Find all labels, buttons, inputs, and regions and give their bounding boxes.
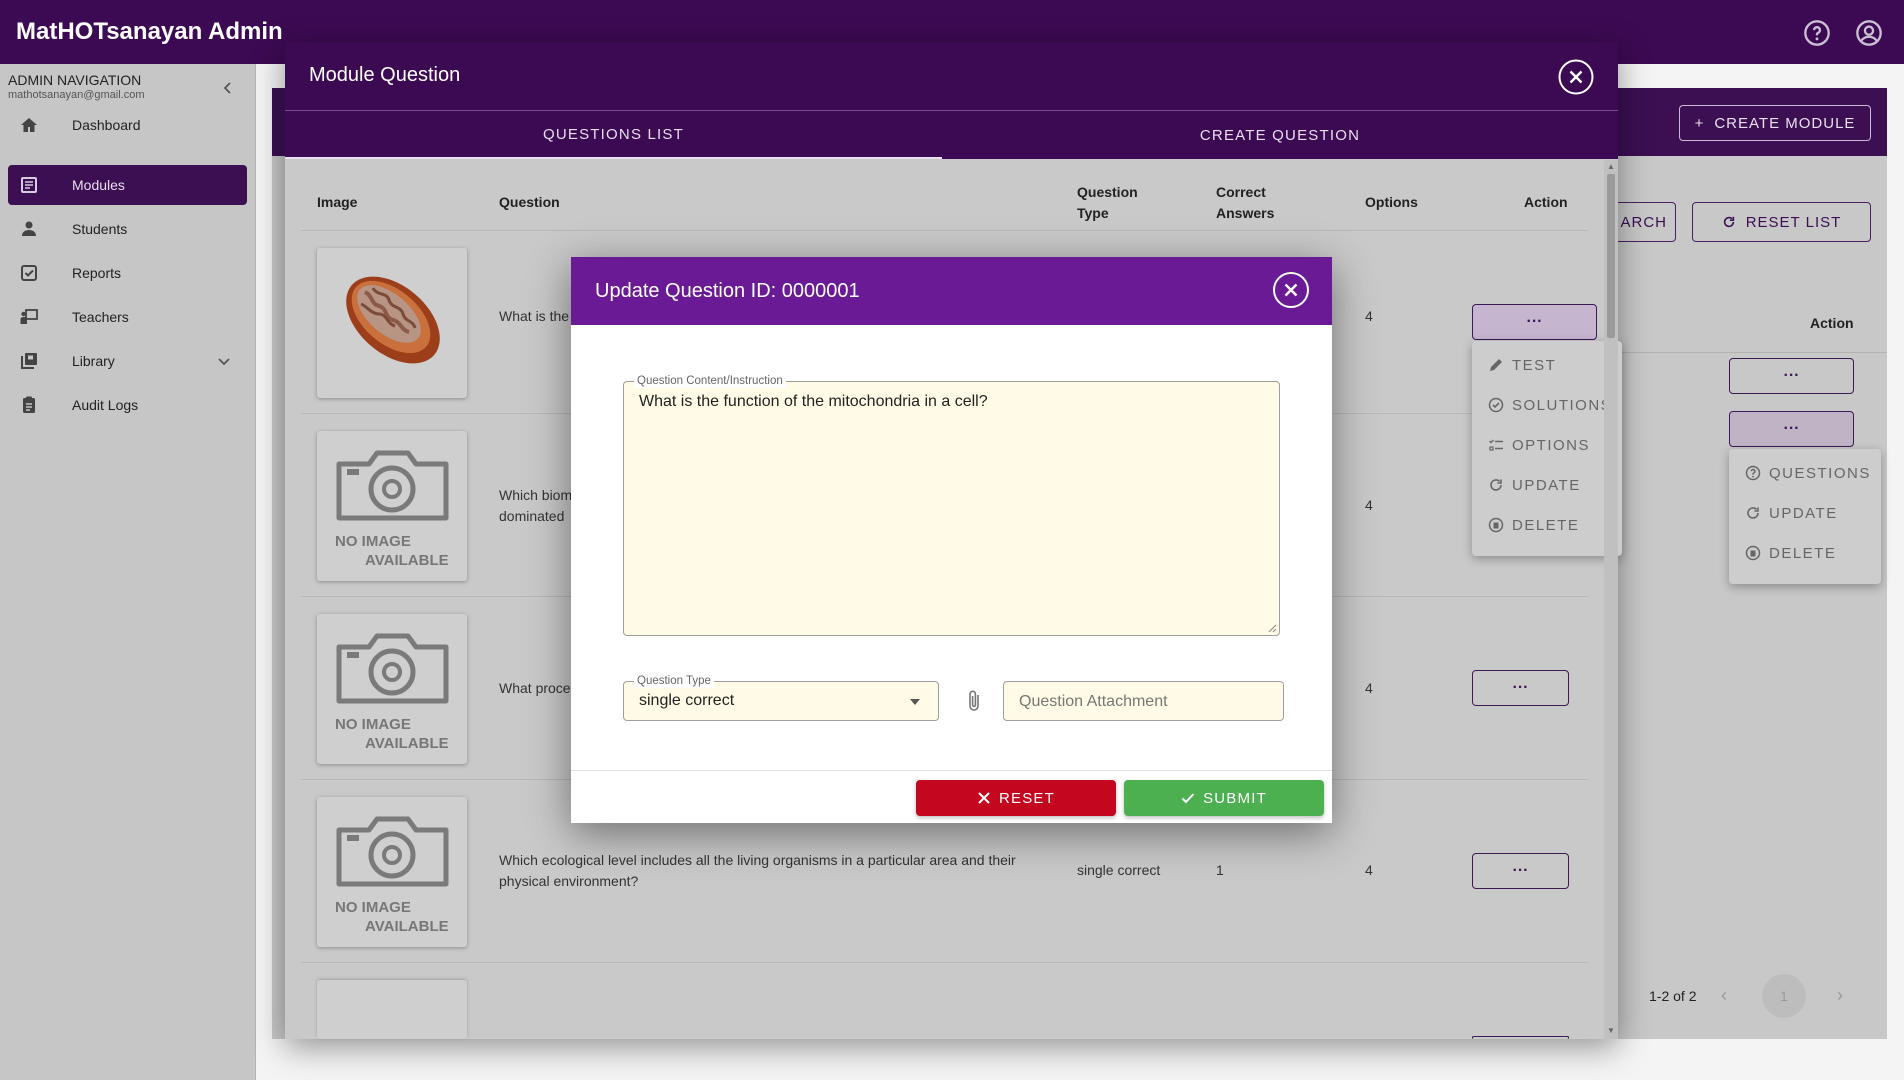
menu-item-delete[interactable]: DELETE — [1488, 513, 1579, 537]
svg-text:AVAILABLE: AVAILABLE — [365, 918, 449, 935]
question-text: Which biom dominated — [499, 487, 573, 524]
dialog-header: Module Question — [285, 42, 1618, 110]
options-count: 4 — [1365, 497, 1373, 513]
menu-item-solutions[interactable]: SOLUTIONS — [1488, 393, 1612, 417]
close-icon[interactable] — [1558, 59, 1594, 95]
tab-questions-list[interactable]: QUESTIONS LIST — [285, 111, 942, 159]
scrollbar-thumb[interactable] — [1607, 174, 1615, 338]
row-action-button[interactable]: ··· — [1472, 670, 1569, 706]
column-header-question-type: Question Type — [1077, 184, 1138, 221]
dropdown-arrow-icon[interactable] — [910, 699, 920, 705]
close-icon — [978, 792, 990, 804]
update-question-dialog: Update Question ID: 0000001 Question Con… — [571, 257, 1332, 823]
field-label: Question Type — [634, 674, 714, 688]
svg-text:AVAILABLE: AVAILABLE — [365, 735, 449, 752]
row-action-button[interactable]: ··· — [1472, 304, 1597, 340]
column-header-action: Action — [1524, 194, 1568, 210]
question-action-menu: TEST SOLUTIONS OPTIONS UPDATE DELETE — [1472, 341, 1622, 556]
mitochondria-image — [346, 276, 440, 364]
close-icon[interactable] — [1272, 271, 1310, 309]
question-type: single correct — [1077, 862, 1161, 878]
column-header-options: Options — [1365, 194, 1418, 210]
scroll-up-icon[interactable]: ▲ — [1607, 162, 1615, 171]
options-count: 4 — [1365, 308, 1373, 324]
correct-answers: 1 — [1216, 862, 1224, 878]
question-image — [317, 980, 467, 1039]
question-type-select[interactable]: Question Type single correct — [623, 674, 939, 721]
submit-button[interactable]: SUBMIT — [1124, 780, 1324, 816]
question-type-value: single correct — [639, 692, 735, 709]
tab-create-question[interactable]: CREATE QUESTION — [942, 111, 1618, 159]
scrollbar[interactable]: ▲ ▼ — [1604, 160, 1618, 1039]
svg-text:NO IMAGE: NO IMAGE — [335, 899, 411, 916]
question-text: What is the — [499, 308, 570, 324]
no-image-placeholder: NO IMAGE AVAILABLE — [317, 614, 467, 764]
menu-item-options[interactable]: OPTIONS — [1488, 433, 1590, 457]
row-action-button[interactable] — [1472, 1036, 1569, 1039]
dialog-title: Module Question — [309, 64, 461, 86]
reset-button[interactable]: RESET — [916, 780, 1116, 816]
row-action-button[interactable]: ··· — [1472, 853, 1569, 889]
question-text: What proce — [499, 680, 571, 696]
svg-text:AVAILABLE: AVAILABLE — [365, 552, 449, 569]
resize-handle-icon[interactable] — [1267, 623, 1277, 633]
field-label: Question Content/Instruction — [634, 374, 786, 388]
scroll-down-icon[interactable]: ▼ — [1607, 1026, 1615, 1035]
svg-text:NO IMAGE: NO IMAGE — [335, 533, 411, 550]
camera-icon: NO IMAGE AVAILABLE — [335, 633, 449, 752]
svg-text:NO IMAGE: NO IMAGE — [335, 716, 411, 733]
divider — [301, 962, 1588, 963]
question-content-value[interactable]: What is the function of the mitochondria… — [639, 393, 988, 411]
menu-item-update[interactable]: UPDATE — [1488, 473, 1581, 497]
column-header-image: Image — [317, 194, 358, 210]
camera-icon: NO IMAGE AVAILABLE — [335, 450, 449, 569]
question-attachment-input[interactable]: Question Attachment — [1003, 681, 1284, 721]
attachment-icon[interactable] — [965, 689, 985, 713]
dialog-header: Update Question ID: 0000001 — [571, 257, 1332, 325]
dialog-title: Update Question ID: 0000001 — [595, 280, 860, 302]
camera-icon: NO IMAGE AVAILABLE — [335, 816, 449, 935]
no-image-placeholder: NO IMAGE AVAILABLE — [317, 797, 467, 947]
column-header-correct-answers: Correct Answers — [1216, 184, 1275, 221]
menu-item-test[interactable]: TEST — [1488, 353, 1556, 377]
dialog-tabs: QUESTIONS LIST CREATE QUESTION — [285, 111, 1618, 159]
divider — [571, 770, 1332, 771]
question-image — [317, 248, 467, 398]
question-content-field[interactable]: Question Content/Instruction What is the… — [623, 374, 1280, 636]
check-icon — [1181, 793, 1195, 804]
options-count: 4 — [1365, 680, 1373, 696]
options-count: 4 — [1365, 862, 1373, 878]
question-text: Which ecological level includes all the … — [499, 852, 1016, 889]
column-header-question: Question — [499, 194, 560, 210]
no-image-placeholder: NO IMAGE AVAILABLE — [317, 431, 467, 581]
divider — [301, 230, 1588, 231]
